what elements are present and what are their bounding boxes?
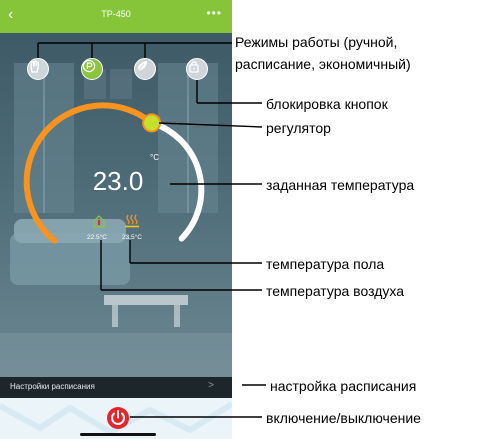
callout-schedule-settings: настройка расписания <box>270 378 417 394</box>
callout-regulator: регулятор <box>266 120 331 136</box>
callout-modes-line1: Режимы работы (ручной, <box>235 34 398 50</box>
callout-floor-temperature: температура пола <box>266 256 385 272</box>
callout-power: включение/выключение <box>266 410 421 426</box>
callout-set-temperature: заданная температура <box>266 177 415 193</box>
callout-modes-line2: расписание, экономичный) <box>235 56 411 72</box>
callout-lock: блокировка кнопок <box>266 96 388 112</box>
callout-air-temperature: температура воздуха <box>266 283 404 299</box>
